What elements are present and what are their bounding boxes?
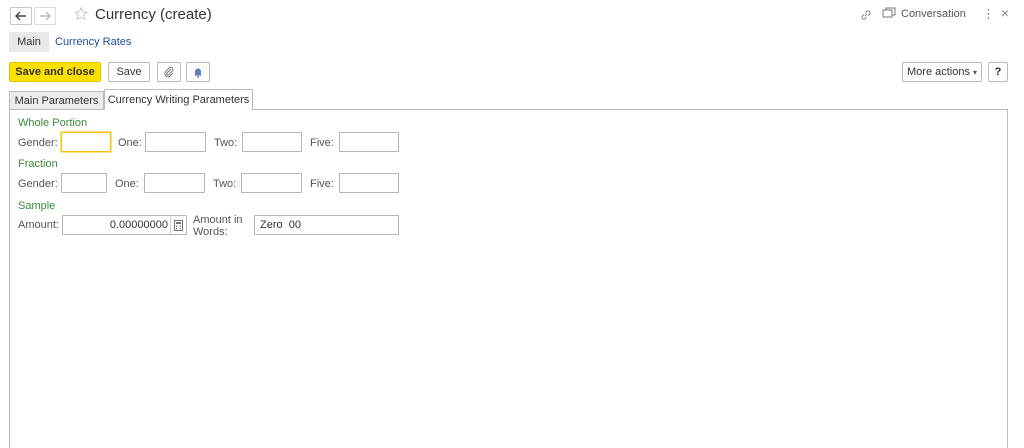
calculator-button[interactable] xyxy=(170,216,186,234)
amount-in-words-label-line2: Words: xyxy=(193,226,228,238)
fraction-five-label: Five: xyxy=(310,178,334,190)
fraction-gender-field[interactable] xyxy=(61,173,107,193)
amount-label: Amount: xyxy=(18,219,59,231)
save-and-close-button[interactable]: Save and close xyxy=(9,62,101,82)
fraction-two-field[interactable] xyxy=(241,173,302,193)
whole-two-field[interactable] xyxy=(242,132,302,152)
whole-one-label: One: xyxy=(118,137,142,149)
help-button[interactable]: ? xyxy=(988,62,1008,82)
chevron-down-icon: ▾ xyxy=(972,67,977,77)
tab-panel xyxy=(9,109,1008,448)
amount-in-words-label-line1: Amount in xyxy=(193,214,243,226)
fraction-one-field[interactable] xyxy=(144,173,205,193)
save-button[interactable]: Save xyxy=(108,62,150,82)
calculator-icon xyxy=(174,219,183,231)
more-actions-button[interactable]: More actions ▾ xyxy=(902,62,982,82)
nav-main[interactable]: Main xyxy=(9,32,49,52)
nav-currency-rates[interactable]: Currency Rates xyxy=(55,36,131,48)
back-button[interactable] xyxy=(10,7,32,25)
fraction-one-label: One: xyxy=(115,178,139,190)
more-menu-icon[interactable]: ⋮ xyxy=(982,6,995,22)
fraction-gender-label: Gender: xyxy=(18,178,58,190)
forward-button[interactable] xyxy=(34,7,56,25)
whole-one-field[interactable] xyxy=(145,132,206,152)
whole-gender-field[interactable] xyxy=(61,132,111,152)
bell-icon xyxy=(194,68,202,78)
arrow-right-icon xyxy=(40,11,51,21)
page-title: Currency (create) xyxy=(95,6,212,23)
amount-in-words-label: Amount in Words: xyxy=(193,214,243,238)
conversation-label: Conversation xyxy=(901,7,966,20)
reminder-button[interactable] xyxy=(186,62,210,82)
sample-title: Sample xyxy=(18,200,56,212)
favorite-star-button[interactable] xyxy=(73,6,89,24)
link-icon xyxy=(861,10,871,20)
whole-five-field[interactable] xyxy=(339,132,399,152)
conversation-button[interactable]: Conversation xyxy=(882,7,966,20)
whole-two-label: Two: xyxy=(214,137,238,149)
more-actions-label: More actions xyxy=(907,66,970,78)
attach-button[interactable] xyxy=(157,62,181,82)
fraction-title: Fraction xyxy=(18,158,58,170)
fraction-five-field[interactable] xyxy=(339,173,399,193)
star-icon xyxy=(73,6,89,21)
fraction-two-label: Two: xyxy=(213,178,237,190)
amount-in-words-field[interactable]: Zero 00 xyxy=(254,215,399,235)
tab-currency-writing-parameters[interactable]: Currency Writing Parameters xyxy=(104,89,253,110)
paperclip-icon xyxy=(164,66,174,78)
arrow-left-icon xyxy=(15,11,26,21)
whole-gender-label: Gender: xyxy=(18,137,58,149)
amount-field[interactable]: 0.00000000 xyxy=(62,215,187,235)
chat-icon xyxy=(882,7,896,18)
close-icon[interactable]: × xyxy=(1001,5,1009,21)
whole-five-label: Five: xyxy=(310,137,334,149)
tab-main-parameters[interactable]: Main Parameters xyxy=(9,91,104,110)
whole-portion-title: Whole Portion xyxy=(18,117,88,129)
link-button[interactable] xyxy=(859,8,873,25)
